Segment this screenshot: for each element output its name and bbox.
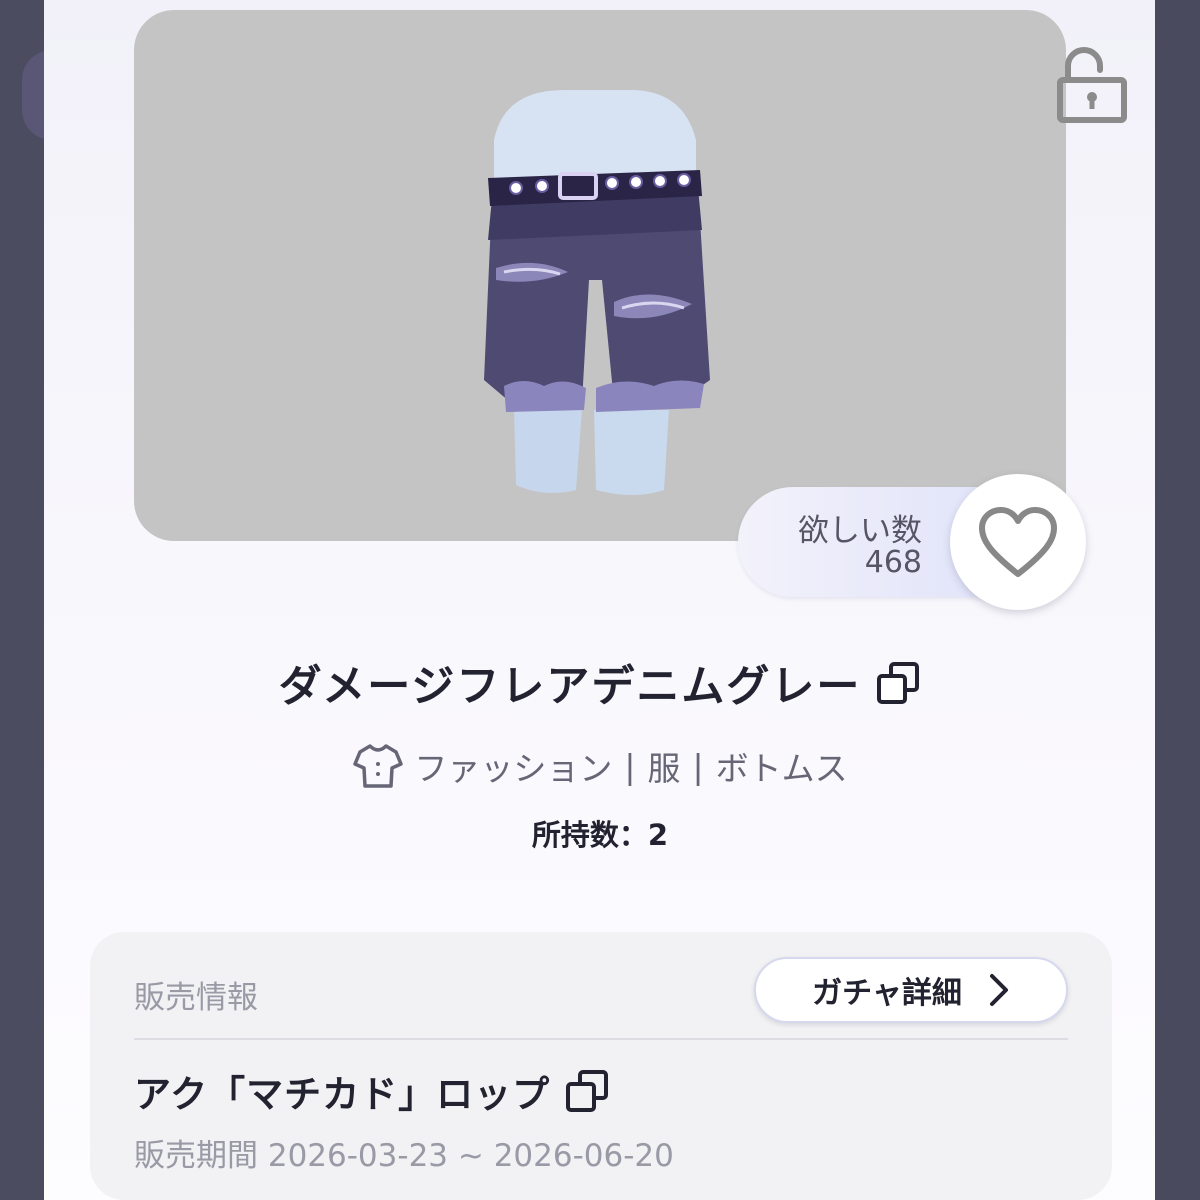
- divider: [134, 1038, 1068, 1040]
- gacha-detail-label: ガチャ詳細: [812, 976, 962, 1011]
- gacha-detail-button[interactable]: ガチャ詳細: [754, 957, 1068, 1023]
- item-name-row: ダメージフレアデニムグレー: [134, 648, 1066, 718]
- category-fashion: ファッション: [414, 749, 613, 788]
- wishlist-heart-button[interactable]: [950, 474, 1086, 610]
- wishlist-label: 欲しい数: [798, 513, 922, 549]
- category-separator: |: [624, 746, 636, 786]
- category-clothes: 服: [647, 749, 681, 788]
- copy-icon[interactable]: [875, 660, 921, 706]
- owned-count: 所持数：2: [531, 818, 669, 852]
- item-preview: [134, 10, 1127, 541]
- category-separator: |: [692, 746, 704, 786]
- sales-info-title: 販売情報: [134, 980, 258, 1016]
- item-name: ダメージフレアデニムグレー: [278, 662, 862, 712]
- category-bottoms: ボトムス: [715, 749, 848, 788]
- sales-period: 販売期間 2026-03-23 ~ 2026-06-20: [134, 1138, 674, 1174]
- backdrop-left: [0, 0, 44, 1200]
- shop-row: アク「マチカド」ロップ: [134, 1060, 610, 1122]
- item-category: ファッション | 服 | ボトムス: [134, 738, 1066, 794]
- copy-icon[interactable]: [564, 1068, 610, 1114]
- item-detail-sheet: 欲しい数 468 ダメージフレアデニムグレー ファッション | 服 | ボトムス…: [44, 0, 1155, 1200]
- wishlist-count: 468: [864, 545, 922, 580]
- unlocked-padlock-icon[interactable]: [1054, 40, 1130, 124]
- sales-info-card: 販売情報 ガチャ詳細 アク「マチカド」ロップ 販売期間 2026-03-23 ~…: [90, 932, 1112, 1200]
- shirt-icon: [353, 744, 404, 788]
- denim-shorts-illustration: [484, 90, 710, 495]
- chevron-right-icon: [989, 974, 1008, 1006]
- backdrop-right: [1155, 0, 1200, 1200]
- heart-outline-icon: [979, 507, 1057, 577]
- shop-name: アク「マチカド」ロップ: [134, 1073, 551, 1116]
